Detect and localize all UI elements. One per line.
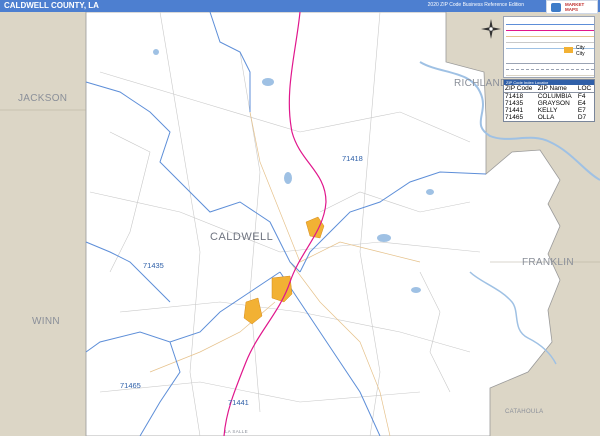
legend-local-road xyxy=(506,38,594,43)
county-label-richland: RICHLAND xyxy=(454,78,508,89)
map-legend: City City xyxy=(503,16,595,78)
legend-us-highway xyxy=(506,26,594,31)
lake xyxy=(426,189,434,195)
edition-label: 2020 ZIP Code Business Reference Edition xyxy=(427,2,524,8)
compass-rose-icon xyxy=(481,19,501,39)
zip-label-71418: 71418 xyxy=(342,154,363,163)
zip-label-71465: 71465 xyxy=(120,381,141,390)
table-row: 71435 GRAYSON E4 xyxy=(505,100,586,107)
table-row: 71418 COLUMBIA F4 xyxy=(505,93,586,100)
zip-index-table: ZIP Code Index Locator ZIP Code ZIP Name… xyxy=(503,79,595,122)
county-label-winn: WINN xyxy=(32,316,60,327)
legend-state-road xyxy=(506,32,594,37)
legend-city-labels: City City xyxy=(576,45,585,57)
legend-county-line xyxy=(506,59,594,64)
lake xyxy=(262,78,274,86)
map-page: CALDWELL COUNTY, LA 2020 ZIP Code Busine… xyxy=(0,0,600,436)
zip-label-71441: 71441 xyxy=(228,398,249,407)
title-bar: CALDWELL COUNTY, LA 2020 ZIP Code Busine… xyxy=(0,0,600,12)
legend-land xyxy=(506,71,594,76)
county-label-catahoula: CATAHOULA xyxy=(505,409,543,415)
legend-zip-boundary xyxy=(506,20,594,25)
brand-logo: MARKET MAPS xyxy=(546,0,598,14)
legend-urban-swatch xyxy=(564,47,573,53)
county-label-jackson: JACKSON xyxy=(18,93,67,104)
lake xyxy=(284,172,292,184)
col-zip-name: ZIP Name xyxy=(536,85,577,93)
col-zip-code: ZIP Code xyxy=(504,85,537,93)
zip-label-71435: 71435 xyxy=(143,261,164,270)
zip-table-grid: ZIP Code ZIP Name LOC 71418 COLUMBIA F4 … xyxy=(504,85,594,121)
col-loc: LOC xyxy=(576,85,594,93)
county-label-caldwell: CALDWELL xyxy=(210,231,273,243)
table-row: 71465 OLLA D7 xyxy=(505,114,587,121)
table-row: 71441 KELLY E7 xyxy=(505,107,586,114)
lake xyxy=(411,287,421,293)
map-title: CALDWELL COUNTY, LA xyxy=(4,1,99,10)
legend-state-line xyxy=(506,65,594,70)
county-label-la-salle: LA SALLE xyxy=(225,429,248,434)
county-label-franklin: FRANKLIN xyxy=(522,257,574,268)
map-logo-icon xyxy=(551,3,561,12)
lake xyxy=(377,234,391,242)
lake xyxy=(153,49,159,55)
